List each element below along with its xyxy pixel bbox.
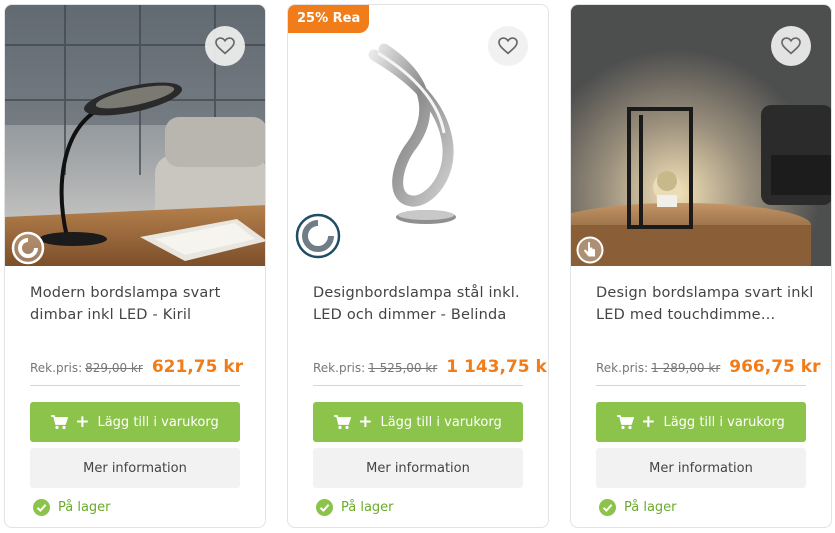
rek-price-label: Rek.pris: bbox=[30, 361, 83, 375]
check-circle-icon bbox=[599, 499, 616, 516]
dimmer-icon bbox=[11, 231, 45, 265]
product-title[interactable]: Designbordslampa stål inkl. LED och dimm… bbox=[313, 282, 533, 326]
add-to-cart-label: Lägg till i varukorg bbox=[663, 414, 785, 430]
heart-icon bbox=[215, 37, 235, 55]
dimmer-icon bbox=[295, 213, 341, 259]
old-price: 1 289,00 kr bbox=[651, 361, 721, 375]
plus-icon: + bbox=[75, 411, 90, 432]
old-price: 829,00 kr bbox=[85, 361, 143, 375]
stock-status: På lager bbox=[33, 499, 111, 516]
heart-icon bbox=[498, 37, 518, 55]
cart-icon bbox=[617, 414, 635, 429]
product-title[interactable]: Modern bordslampa svart dimbar inkl LED … bbox=[30, 282, 250, 326]
add-to-cart-button[interactable]: + Lägg till i varukorg bbox=[313, 402, 523, 442]
favorite-button[interactable] bbox=[488, 26, 528, 66]
product-card: Modern bordslampa svart dimbar inkl LED … bbox=[4, 4, 266, 528]
divider bbox=[313, 385, 523, 386]
stock-label: På lager bbox=[341, 500, 394, 515]
check-circle-icon bbox=[33, 499, 50, 516]
more-info-button[interactable]: Mer information bbox=[313, 448, 523, 488]
plus-icon: + bbox=[641, 411, 656, 432]
stock-status: På lager bbox=[599, 499, 677, 516]
product-card: Design bordslampa svart inkl LED med tou… bbox=[570, 4, 832, 528]
favorite-button[interactable] bbox=[205, 26, 245, 66]
heart-icon bbox=[781, 37, 801, 55]
stock-label: På lager bbox=[58, 500, 111, 515]
more-info-button[interactable]: Mer information bbox=[596, 448, 806, 488]
sale-price: 621,75 kr bbox=[151, 357, 244, 377]
product-card: 25% Rea Designbordslampa stål inkl. LED … bbox=[287, 4, 549, 528]
plus-icon: + bbox=[358, 411, 373, 432]
product-title[interactable]: Design bordslampa svart inkl LED med tou… bbox=[596, 282, 816, 326]
check-circle-icon bbox=[316, 499, 333, 516]
divider bbox=[30, 385, 240, 386]
rek-price-label: Rek.pris: bbox=[596, 361, 649, 375]
price-row: Rek.pris: 829,00 kr 621,75 kr bbox=[30, 357, 243, 377]
divider bbox=[596, 385, 806, 386]
price-row: Rek.pris: 1 525,00 kr 1 143,75 kr bbox=[313, 357, 549, 377]
old-price: 1 525,00 kr bbox=[368, 361, 438, 375]
rek-price-label: Rek.pris: bbox=[313, 361, 366, 375]
cart-icon bbox=[334, 414, 352, 429]
add-to-cart-label: Lägg till i varukorg bbox=[380, 414, 502, 430]
sale-price: 966,75 kr bbox=[729, 357, 821, 377]
more-info-button[interactable]: Mer information bbox=[30, 448, 240, 488]
stock-label: På lager bbox=[624, 500, 677, 515]
favorite-button[interactable] bbox=[771, 26, 811, 66]
touch-icon bbox=[576, 236, 604, 264]
sale-price: 1 143,75 kr bbox=[446, 357, 549, 377]
add-to-cart-button[interactable]: + Lägg till i varukorg bbox=[596, 402, 806, 442]
sale-badge: 25% Rea bbox=[288, 5, 370, 33]
add-to-cart-label: Lägg till i varukorg bbox=[97, 414, 219, 430]
stock-status: På lager bbox=[316, 499, 394, 516]
add-to-cart-button[interactable]: + Lägg till i varukorg bbox=[30, 402, 240, 442]
price-row: Rek.pris: 1 289,00 kr 966,75 kr bbox=[596, 357, 820, 377]
cart-icon bbox=[51, 414, 69, 429]
